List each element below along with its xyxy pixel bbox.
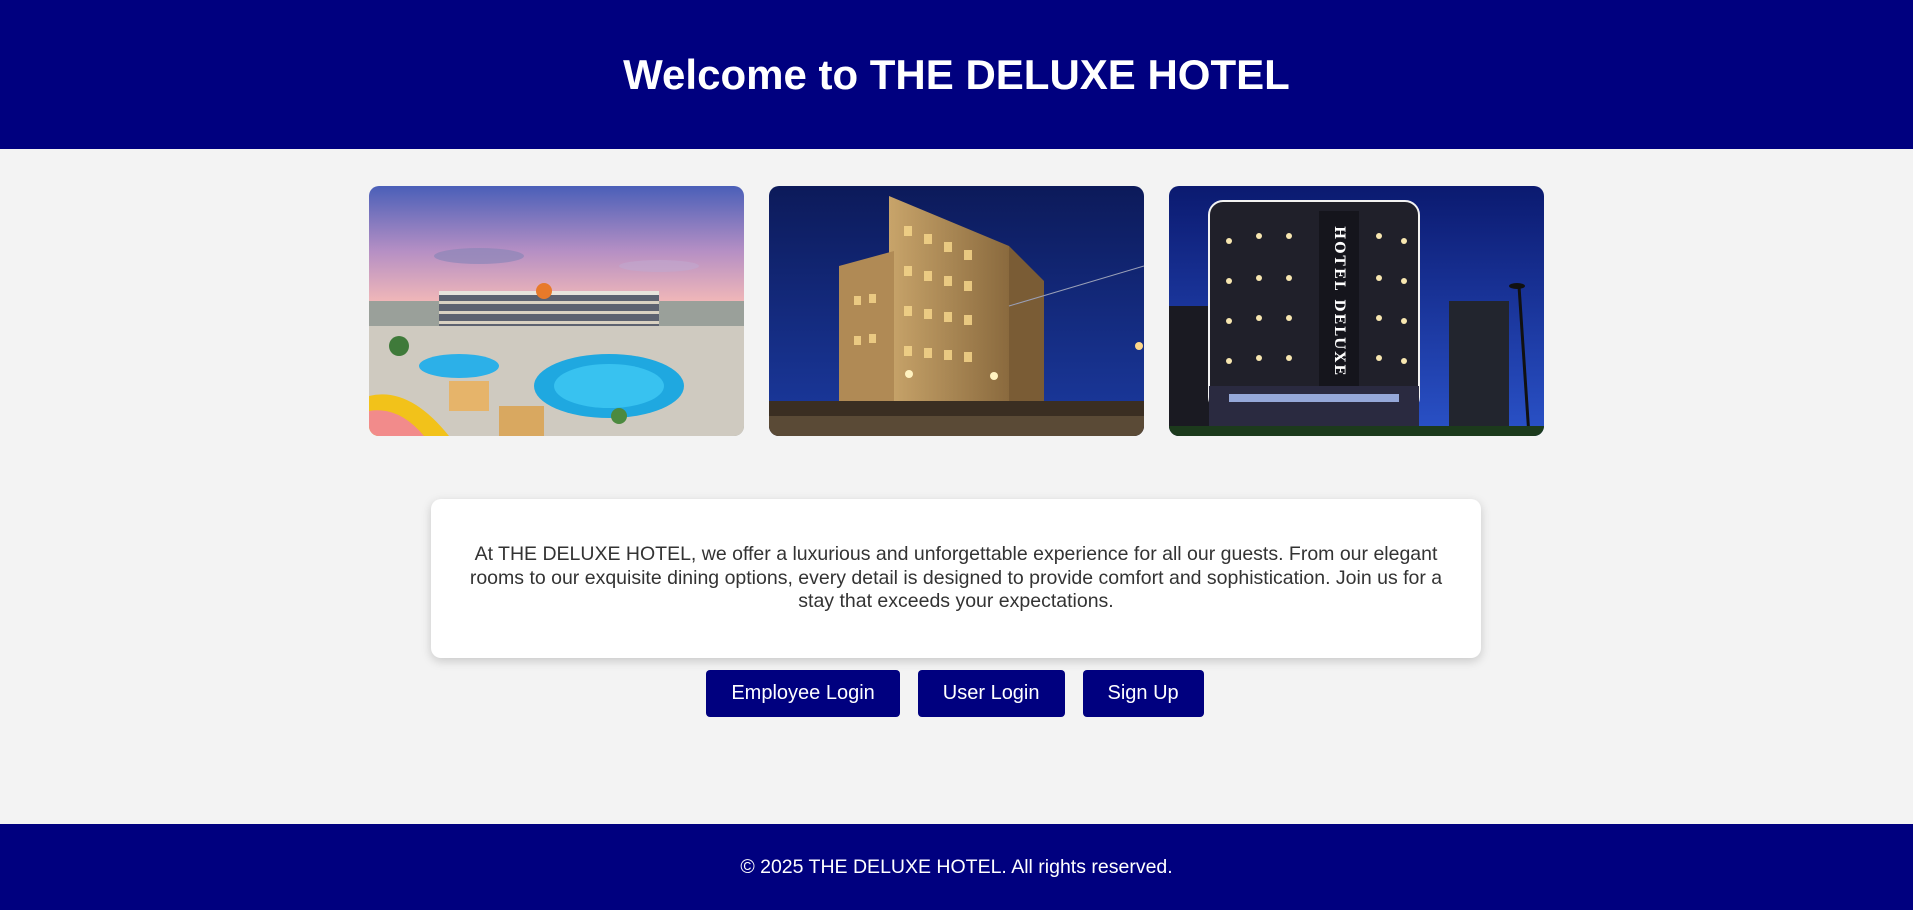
intro-card: At THE DELUXE HOTEL, we offer a luxuriou… xyxy=(431,499,1481,658)
photo-gallery: HOTEL DELUXE xyxy=(369,186,1545,436)
copyright-text: © 2025 THE DELUXE HOTEL. All rights rese… xyxy=(740,855,1173,878)
sign-up-button[interactable]: Sign Up xyxy=(1082,670,1204,717)
employee-login-button[interactable]: Employee Login xyxy=(706,670,900,717)
user-login-button[interactable]: User Login xyxy=(917,670,1065,717)
site-header: Welcome to THE DELUXE HOTEL xyxy=(0,0,1913,149)
intro-text: At THE DELUXE HOTEL, we offer a luxuriou… xyxy=(469,543,1443,613)
hotel-sign-text: HOTEL DELUXE xyxy=(1331,226,1347,377)
hotel-deluxe-night-photo: HOTEL DELUXE xyxy=(1169,186,1544,436)
page-title: Welcome to THE DELUXE HOTEL xyxy=(623,50,1290,98)
site-footer: © 2025 THE DELUXE HOTEL. All rights rese… xyxy=(0,824,1913,910)
resort-pool-photo xyxy=(369,186,744,436)
historic-hotel-photo xyxy=(769,186,1144,436)
auth-actions: Employee Login User Login Sign Up xyxy=(0,670,1913,717)
